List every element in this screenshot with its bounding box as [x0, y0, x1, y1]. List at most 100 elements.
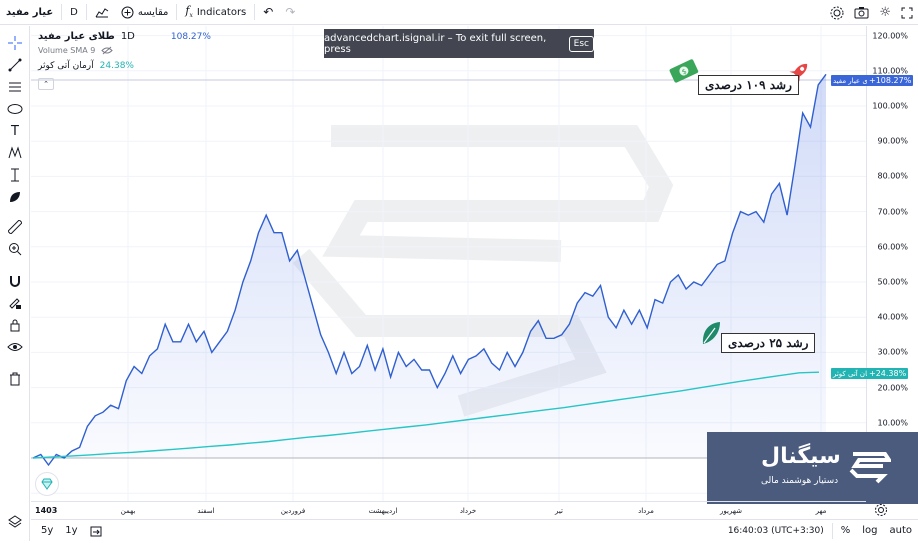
gear-icon [830, 6, 844, 19]
crosshair-icon [8, 36, 22, 50]
fib-tool[interactable] [6, 78, 24, 96]
time-axis[interactable]: 1403 بهمن اسفند فروردین اردیبهشت خرداد تیر مرد… [31, 501, 866, 519]
legend-collapse-button[interactable]: ⌃ [38, 78, 54, 90]
lock-icon [10, 319, 20, 332]
indicators-button[interactable]: fx Indicators [179, 0, 252, 25]
legend-main-interval: 1D [120, 31, 135, 42]
price-axis[interactable]: 120.00% 110.00% 100.00% 90.00% 80.00% 70.00% 6… [866, 26, 918, 501]
chart-area[interactable] [31, 26, 866, 501]
auto-toggle[interactable]: auto [883, 518, 918, 543]
zoom-tool[interactable] [6, 240, 24, 258]
eye-off-icon [101, 46, 114, 55]
compare-button[interactable]: مقایسه [115, 0, 175, 25]
chevron-up-icon: ⌃ [43, 80, 49, 88]
price-tick-label: 50.00% [877, 277, 908, 287]
theme-button[interactable]: ☼ [874, 0, 896, 25]
stay-drawing-tool[interactable] [6, 294, 24, 312]
sun-icon: ☼ [879, 5, 891, 20]
brush-tool[interactable] [6, 188, 24, 206]
screenshot-button[interactable] [849, 0, 874, 25]
signal-logo-icon [849, 452, 891, 484]
brand-name: سیگنال [761, 444, 841, 469]
calendar-arrow-icon [90, 526, 102, 536]
diamond-button[interactable] [35, 472, 59, 496]
range-1y-button[interactable]: 1y [59, 518, 83, 543]
second-series-legend[interactable]: آرمان آتی کوثر 24.38% [38, 61, 134, 71]
trend-line-icon [8, 58, 22, 72]
legend-second-name: آرمان آتی کوثر [38, 61, 94, 71]
time-tick-label: فروردین [280, 507, 306, 515]
redo-icon: ↷ [285, 5, 296, 19]
axis-settings-button[interactable] [874, 503, 888, 517]
price-tick-label: 40.00% [877, 312, 908, 322]
function-icon: fx [185, 4, 193, 20]
price-label-second-value: +24.38% [867, 368, 909, 379]
top-toolbar: عیار مفید D مقایسه fx Indicators ↶ ↷ ☼ [0, 0, 918, 25]
percent-toggle[interactable]: % [835, 518, 857, 543]
money-icon: $ [668, 58, 702, 84]
time-tick-label: تیر [555, 507, 563, 515]
time-tick-label: شهریور [720, 507, 742, 515]
gear-icon [875, 504, 887, 516]
chart-type-button[interactable] [89, 0, 115, 25]
range-5y-button[interactable]: 5y [35, 518, 59, 543]
fullscreen-icon [901, 7, 913, 18]
trend-line-tool[interactable] [6, 56, 24, 74]
time-tick-label: خرداد [459, 507, 477, 515]
text-icon: T [11, 123, 19, 139]
plus-circle-icon [121, 6, 134, 18]
pattern-tool[interactable] [6, 144, 24, 162]
ruler-tool[interactable] [6, 218, 24, 236]
price-tick-label: 80.00% [877, 171, 908, 181]
measure-icon [11, 168, 19, 182]
legend-main-name: طلای عیار مفید [38, 31, 115, 42]
leaf-icon [10, 192, 20, 202]
main-series-legend[interactable]: طلای عیار مفید 1D 108.27% [38, 31, 211, 42]
text-tool[interactable]: T [6, 122, 24, 140]
bottom-bar: 5y 1y 16:40:03 (UTC+3:30) % log auto [31, 519, 918, 541]
price-tick-label: 30.00% [877, 347, 908, 357]
price-tick-label: 10.00% [877, 418, 908, 428]
crosshair-tool[interactable] [6, 34, 24, 52]
pencil-lock-icon [9, 298, 21, 309]
price-tick-label: 20.00% [877, 383, 908, 393]
fullscreen-banner-text: advancedchart.isignal.ir – To exit full … [324, 32, 547, 55]
goto-date-button[interactable] [84, 518, 108, 543]
undo-icon: ↶ [263, 5, 274, 19]
measure-text-tool[interactable] [6, 166, 24, 184]
legend-main-value: 108.27% [170, 31, 211, 42]
lock-tool[interactable] [6, 316, 24, 334]
hide-tool[interactable] [6, 338, 24, 356]
remove-tool[interactable] [6, 370, 24, 388]
object-tree-tool[interactable] [6, 512, 24, 530]
price-label-main-value: +108.27% [867, 75, 914, 86]
fullscreen-banner: advancedchart.isignal.ir – To exit full … [324, 29, 594, 58]
magnet-tool[interactable] [6, 272, 24, 290]
volume-legend[interactable]: Volume SMA 9 [38, 46, 114, 55]
legend-second-value: 24.38% [99, 61, 134, 71]
zoom-in-icon [9, 243, 22, 256]
fullscreen-button[interactable] [896, 0, 918, 25]
price-tick-label: 70.00% [877, 207, 908, 217]
log-toggle[interactable]: log [856, 518, 883, 543]
ellipse-icon [7, 104, 23, 114]
redo-button[interactable]: ↷ [279, 0, 301, 25]
time-tick-label: اسفند [197, 507, 215, 515]
esc-key: Esc [568, 35, 594, 52]
time-tick-label: مرداد [638, 507, 654, 515]
price-tick-label: 90.00% [877, 136, 908, 146]
legend-volume-label: Volume SMA 9 [38, 46, 96, 55]
magnet-icon [10, 276, 20, 287]
undo-button[interactable]: ↶ [257, 0, 279, 25]
time-axis-start: 1403 [35, 506, 58, 515]
price-tick-label: 100.00% [872, 101, 908, 111]
clock-label[interactable]: 16:40:03 (UTC+3:30) [722, 518, 830, 543]
pattern-icon [8, 146, 22, 159]
fib-icon [9, 82, 21, 92]
shapes-tool[interactable] [6, 100, 24, 118]
ruler-icon [8, 220, 22, 234]
symbol-search-button[interactable]: عیار مفید [0, 0, 59, 25]
settings-button[interactable] [825, 0, 849, 25]
time-tick-label: مهر [815, 507, 827, 515]
interval-button[interactable]: D [64, 0, 84, 25]
